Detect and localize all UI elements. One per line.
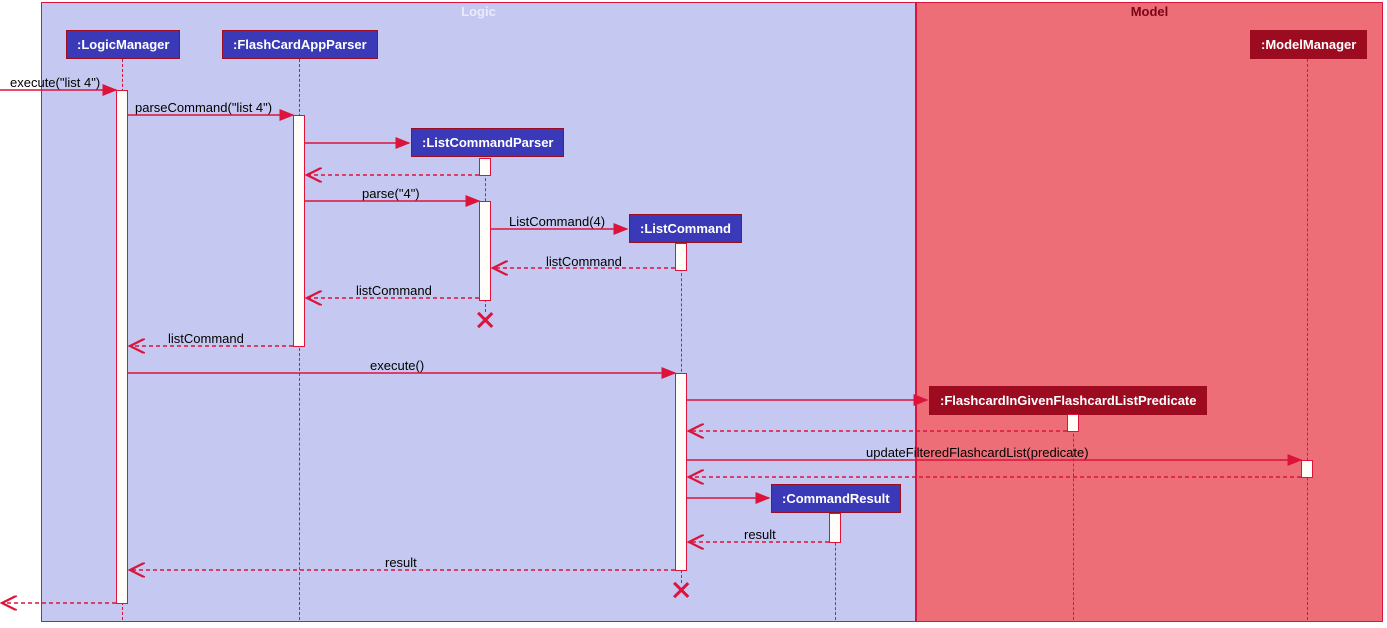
activation-lcp-1	[479, 158, 491, 176]
activation-parser-1	[293, 115, 305, 347]
msg-return-listcommand-2: listCommand	[356, 283, 432, 298]
lifeline-modelmanager	[1307, 59, 1308, 620]
msg-return-result-1: result	[744, 527, 776, 542]
frame-model: Model	[916, 2, 1383, 622]
participant-commandresult: :CommandResult	[771, 484, 901, 513]
frame-model-title: Model	[1125, 3, 1175, 20]
msg-return-listcommand-3: listCommand	[168, 331, 244, 346]
msg-return-result-2: result	[385, 555, 417, 570]
participant-modelmanager: :ModelManager	[1250, 30, 1367, 59]
msg-parsecommand: parseCommand("list 4")	[135, 100, 272, 115]
participant-listcommand: :ListCommand	[629, 214, 742, 243]
activation-listcommand-2	[675, 373, 687, 571]
activation-modelmanager	[1301, 460, 1313, 478]
activation-listcommand-1	[675, 243, 687, 271]
msg-parse4: parse("4")	[362, 186, 420, 201]
activation-logicmanager	[116, 90, 128, 604]
participant-listcommandparser: :ListCommandParser	[411, 128, 564, 157]
msg-execute-list4: execute("list 4")	[10, 75, 100, 90]
participant-logicmanager: :LogicManager	[66, 30, 180, 59]
participant-predicate: :FlashcardInGivenFlashcardListPredicate	[929, 386, 1207, 415]
activation-commandresult	[829, 513, 841, 543]
frame-logic-title: Logic	[455, 3, 502, 20]
msg-return-listcommand-1: listCommand	[546, 254, 622, 269]
destroy-listcommand	[671, 580, 691, 600]
activation-predicate	[1067, 414, 1079, 432]
msg-execute: execute()	[370, 358, 424, 373]
participant-flashcardappparser: :FlashCardAppParser	[222, 30, 378, 59]
msg-listcommand4: ListCommand(4)	[509, 214, 605, 229]
msg-updatefilteredlist: updateFilteredFlashcardList(predicate)	[866, 445, 1089, 460]
destroy-listcommandparser	[475, 310, 495, 330]
activation-lcp-2	[479, 201, 491, 301]
